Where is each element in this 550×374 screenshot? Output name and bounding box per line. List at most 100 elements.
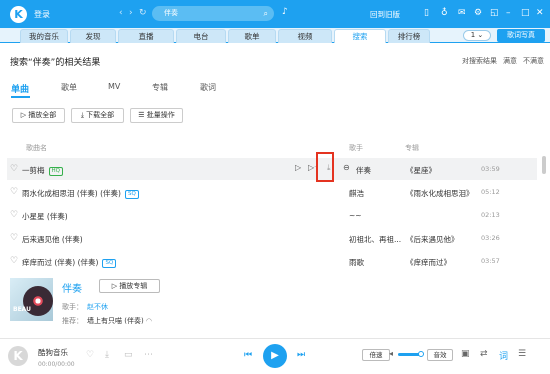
table-row[interactable]: ♡ 痒痒而过 (伴奏) (伴奏) SQ 雨歌 《痒痒而过》 03:57	[7, 250, 537, 272]
tab-charts[interactable]: 排行榜	[388, 29, 430, 43]
login-link[interactable]: 登录	[34, 9, 50, 20]
subtab-mv[interactable]: MV	[108, 82, 120, 91]
playlist-icon[interactable]: ☰	[518, 349, 526, 359]
shirt-icon[interactable]: ♁	[441, 7, 448, 19]
tab-radio[interactable]: 电台	[176, 29, 226, 43]
play-album-label: 播放专辑	[119, 282, 148, 290]
volume-icon[interactable]: ◂	[389, 349, 393, 358]
table-row[interactable]: ♡ 后来遇见他 (伴奏) 初祖北、再祖... 《后来遇见他》 03:26	[7, 227, 537, 249]
chevron-down-icon: ⌄	[477, 31, 484, 39]
tab-video[interactable]: 视频	[278, 29, 332, 43]
chevron-right-icon[interactable]: ›	[129, 8, 133, 18]
song-duration: 05:12	[481, 188, 500, 196]
volume-knob[interactable]	[418, 351, 424, 357]
satisfied-link[interactable]: 满意	[503, 57, 517, 65]
column-artist: 歌手	[349, 144, 363, 152]
album-singer: 歌手： 赵不休	[62, 302, 108, 312]
song-album[interactable]: 《星座》	[406, 165, 436, 176]
album-cover[interactable]: BEAU	[10, 278, 53, 321]
download-icon: ⤓	[80, 111, 84, 119]
table-row[interactable]: ♡ 一剪梅 HQ ▷ ▷⁺ ⤓ ⊖ 伴奏 《星座》 03:59	[7, 158, 537, 180]
feedback-label: 对搜索结果	[462, 57, 497, 65]
album-name[interactable]: 伴奏	[62, 280, 82, 295]
mic-icon[interactable]: ♪	[282, 7, 288, 17]
table-row[interactable]: ♡ 雨水化成相思泪 (伴奏) (伴奏) SQ 麒浩 《雨水化成相思泪》 05:12	[7, 181, 537, 203]
list-icon: ☰	[138, 111, 145, 119]
song-artist[interactable]: 伴奏	[356, 165, 371, 176]
phone-icon[interactable]: ▯	[424, 7, 429, 19]
download-icon[interactable]: ⤓	[105, 350, 109, 360]
singer-link[interactable]: 赵不休	[87, 303, 108, 311]
search-input[interactable]: 伴奏 ⌕	[152, 6, 274, 21]
tab-live[interactable]: 直播	[118, 29, 174, 43]
singer-label: 歌手：	[62, 303, 83, 311]
message-icon[interactable]: ✉	[458, 7, 466, 19]
download-all-button[interactable]: ⤓ 下载全部	[71, 108, 124, 123]
volume-slider[interactable]	[398, 351, 424, 357]
app-logo[interactable]: K	[10, 6, 27, 23]
chevron-left-icon[interactable]: ‹	[119, 8, 123, 18]
comment-icon[interactable]: ▭	[124, 350, 133, 360]
play-button[interactable]: ▶	[263, 344, 287, 368]
player-time: 00:00/00:00	[38, 361, 75, 368]
subtab-songs[interactable]: 单曲	[11, 82, 29, 95]
loop-icon[interactable]: ⇄	[480, 349, 488, 359]
page-selector[interactable]: 1 ⌄	[463, 30, 491, 41]
quality-badge: HQ	[48, 166, 63, 176]
song-album[interactable]: 《雨水化成相思泪》	[406, 188, 474, 199]
lyrics-button[interactable]: 词	[499, 349, 508, 362]
batch-label: 批量操作	[146, 111, 175, 119]
heart-icon[interactable]: ♡	[10, 233, 18, 243]
old-version-link[interactable]: 回到旧版	[370, 9, 400, 20]
song-artist[interactable]: 初祖北、再祖...	[349, 234, 401, 245]
batch-button[interactable]: ☰ 批量操作	[130, 108, 183, 123]
maximize-icon[interactable]: □	[521, 7, 530, 19]
tab-discover[interactable]: 发现	[70, 29, 116, 43]
player-logo[interactable]: K	[8, 346, 28, 366]
play-all-button[interactable]: ▷ 播放全部	[12, 108, 65, 123]
effects-button[interactable]: 音效	[427, 349, 453, 361]
shrink-icon[interactable]: ◱	[490, 7, 499, 19]
subtab-lyrics[interactable]: 歌词	[200, 82, 216, 93]
recommend-link[interactable]: 墙上有只喵 (伴奏)	[87, 317, 144, 325]
album-recommend: 推荐： 墙上有只喵 (伴奏) ◠	[62, 316, 152, 326]
tab-playlists[interactable]: 歌单	[228, 29, 276, 43]
table-row[interactable]: ♡ 小星星 (伴奏) ~~ 02:13	[7, 204, 537, 226]
column-album: 专辑	[405, 144, 419, 152]
song-artist[interactable]: 麒浩	[349, 188, 364, 199]
more-icon[interactable]: ⊖	[343, 163, 350, 172]
tab-search[interactable]: 搜索	[334, 29, 386, 43]
minimize-icon[interactable]: –	[506, 7, 511, 19]
unsatisfied-link[interactable]: 不满意	[523, 57, 544, 65]
search-icon[interactable]: ⌕	[264, 6, 268, 21]
heart-icon[interactable]: ♡	[10, 187, 18, 197]
tab-my-music[interactable]: 我的音乐	[20, 29, 68, 43]
lyrics-photo-button[interactable]: 歌词写真	[497, 29, 545, 42]
close-icon[interactable]: ✕	[536, 7, 544, 19]
mv-icon[interactable]: ▣	[461, 349, 470, 359]
song-duration: 03:57	[481, 257, 500, 265]
download-all-label: 下载全部	[86, 111, 115, 119]
song-album[interactable]: 《痒痒而过》	[406, 257, 451, 268]
play-icon[interactable]: ▷	[295, 163, 301, 172]
subtab-playlists[interactable]: 歌单	[61, 82, 77, 93]
more-icon[interactable]: ⋯	[144, 350, 153, 360]
recommend-label: 推荐：	[62, 317, 83, 325]
speed-button[interactable]: 倍速	[362, 349, 390, 361]
song-artist[interactable]: 雨歌	[349, 257, 364, 268]
play-album-button[interactable]: ▷ 播放专辑	[99, 279, 160, 293]
scrollbar[interactable]	[542, 156, 546, 174]
song-album[interactable]: 《后来遇见他》	[406, 234, 459, 245]
heart-icon[interactable]: ♡	[86, 350, 94, 360]
heart-icon[interactable]: ♡	[10, 210, 18, 220]
subtab-albums[interactable]: 专辑	[152, 82, 168, 93]
refresh-icon[interactable]: ↻	[139, 8, 147, 18]
previous-icon[interactable]: ⏮	[244, 350, 252, 360]
song-title: 小星星 (伴奏)	[22, 212, 68, 221]
next-icon[interactable]: ⏭	[297, 350, 305, 360]
quality-badge: SQ	[102, 258, 117, 268]
song-artist[interactable]: ~~	[349, 211, 362, 220]
gear-icon[interactable]: ⚙	[474, 7, 482, 19]
heart-icon[interactable]: ♡	[10, 164, 18, 174]
heart-icon[interactable]: ♡	[10, 256, 18, 266]
